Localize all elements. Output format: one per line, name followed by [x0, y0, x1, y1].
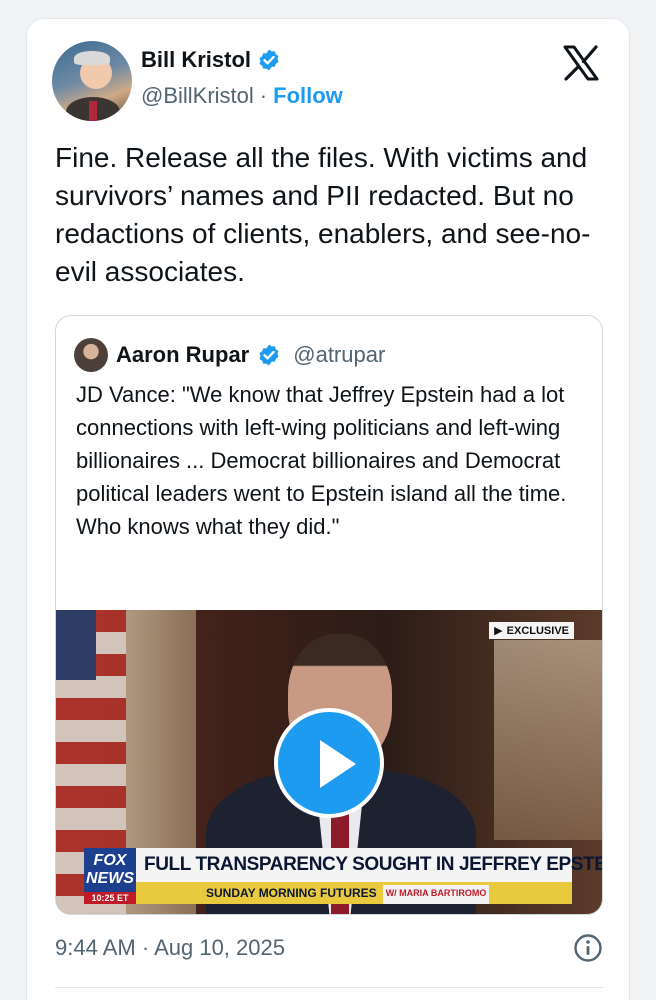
- video-player[interactable]: ▶ EXCLUSIVE FOX NEWS 10:25 ET FULL TRANS…: [56, 610, 602, 914]
- quoted-tweet[interactable]: Aaron Rupar @atrupar JD Vance: "We know …: [55, 315, 603, 915]
- network-name: FOX NEWS: [86, 852, 134, 887]
- network-clock: 10:25 ET: [84, 892, 136, 904]
- video-flag-canton: [56, 610, 96, 680]
- info-icon[interactable]: [573, 933, 603, 963]
- tweet-text: Fine. Release all the files. With victim…: [55, 142, 591, 287]
- quoted-author-handle[interactable]: @atrupar: [293, 342, 385, 368]
- quoted-author-name[interactable]: Aaron Rupar: [116, 342, 249, 368]
- handle-separator: ·: [259, 83, 268, 108]
- exclusive-play-icon: ▶: [494, 625, 503, 637]
- verified-badge-icon: [259, 344, 279, 366]
- play-button[interactable]: [274, 708, 384, 818]
- tweet-time: 9:44 AM: [55, 935, 136, 960]
- divider: [55, 987, 603, 988]
- tweet-date: Aug 10, 2025: [154, 935, 285, 960]
- author-name[interactable]: Bill Kristol: [141, 47, 251, 73]
- author-handle[interactable]: @BillKristol: [141, 83, 254, 109]
- timestamp-separator: ·: [141, 935, 150, 960]
- news-subbar: SUNDAY MORNING FUTURES W/ MARIA BARTIROM…: [136, 882, 572, 904]
- exclusive-badge: ▶ EXCLUSIVE: [489, 622, 574, 639]
- quoted-author-avatar[interactable]: [74, 338, 108, 372]
- avatar-tie: [89, 101, 97, 121]
- exclusive-label: EXCLUSIVE: [506, 624, 569, 637]
- network-logo: FOX NEWS 10:25 ET: [84, 848, 136, 904]
- tweet-card: Bill Kristol @BillKristol · Follow Fine.…: [26, 18, 630, 1000]
- show-name: SUNDAY MORNING FUTURES: [206, 886, 377, 900]
- avatar-hair: [74, 51, 110, 65]
- news-lower-third: FOX NEWS 10:25 ET FULL TRANSPARENCY SOUG…: [84, 848, 602, 904]
- quoted-tweet-text: JD Vance: "We know that Jeffrey Epstein …: [76, 382, 567, 539]
- author-name-row: Bill Kristol: [141, 47, 281, 73]
- quoted-tweet-header: Aaron Rupar @atrupar: [74, 338, 385, 372]
- x-logo-icon[interactable]: [561, 43, 601, 83]
- play-icon: [320, 740, 356, 788]
- author-handle-row: @BillKristol · Follow: [141, 83, 343, 109]
- show-host: W/ MARIA BARTIROMO: [382, 885, 490, 904]
- verified-badge-icon: [259, 49, 279, 71]
- video-window: [494, 640, 602, 840]
- follow-button[interactable]: Follow: [273, 83, 343, 109]
- news-headline: FULL TRANSPARENCY SOUGHT IN JEFFREY EPST…: [136, 848, 602, 882]
- tweet-timestamp[interactable]: 9:44 AM · Aug 10, 2025: [55, 935, 285, 961]
- author-avatar[interactable]: [52, 41, 132, 121]
